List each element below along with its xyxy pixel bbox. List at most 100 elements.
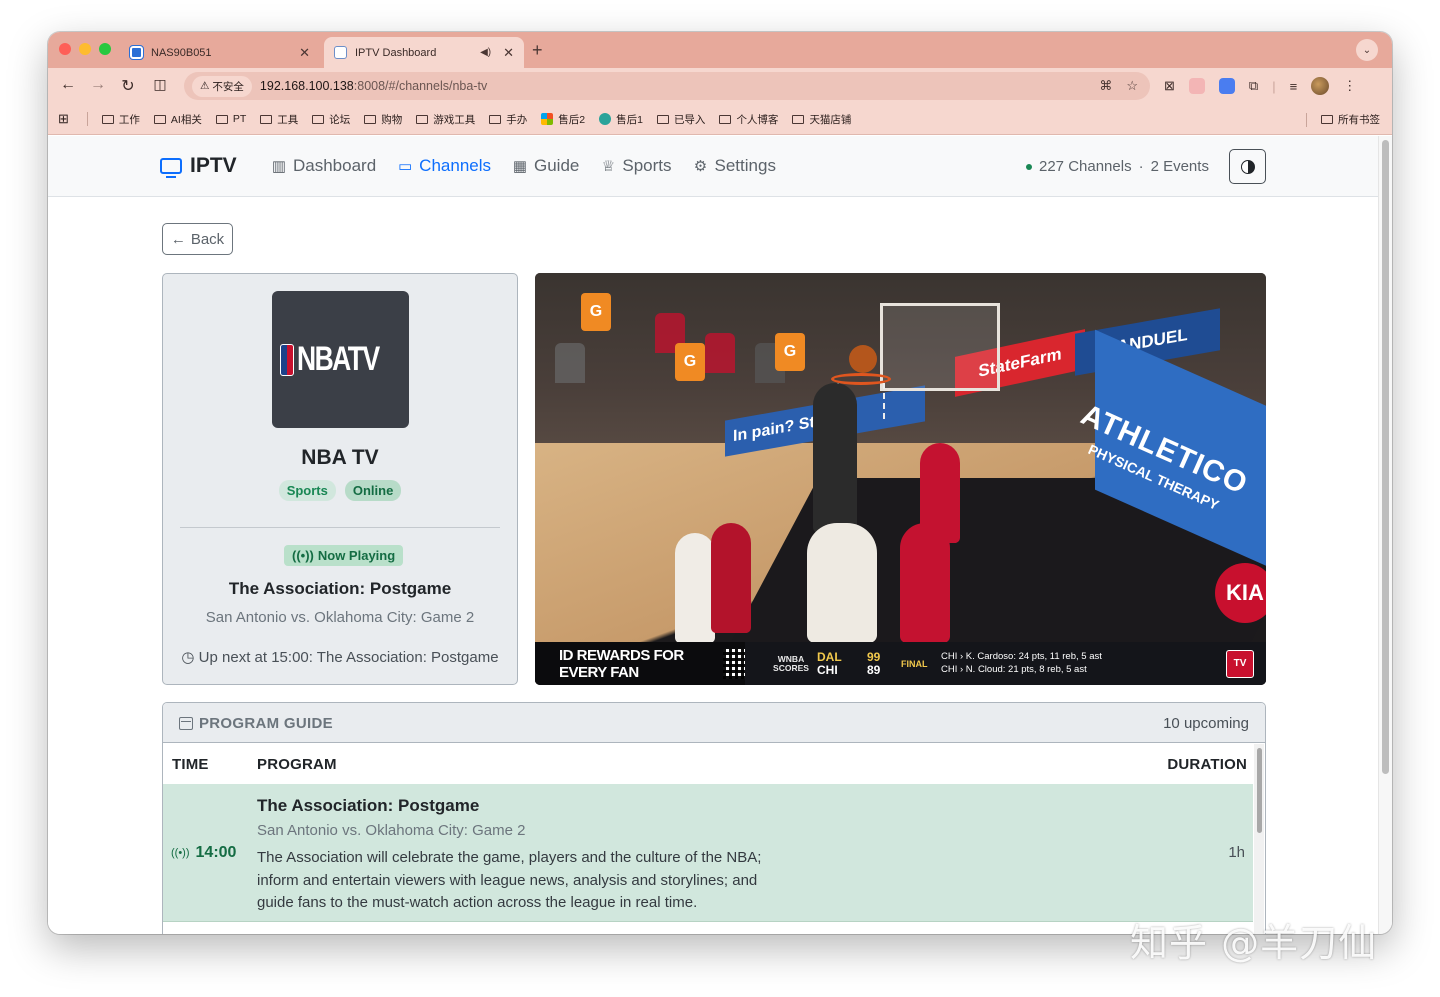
table-row[interactable]: ((•)) 14:00 The Association: Postgame Sa… <box>163 784 1253 922</box>
star-icon[interactable]: ☆ <box>1126 78 1138 94</box>
folder-icon <box>792 114 805 124</box>
bookmark-folder[interactable]: 天猫店铺 <box>792 112 851 127</box>
nav-settings[interactable]: ⚙ Settings <box>692 156 776 176</box>
close-window-button[interactable] <box>59 43 71 55</box>
bookmark-folder[interactable]: 手办 <box>489 112 527 127</box>
ticker-score: 89 <box>867 662 881 677</box>
browser-tab-iptv[interactable]: IPTV Dashboard ◀) ✕ <box>324 37 524 68</box>
video-player[interactable]: G G G In pain? St StateFarm FANDUEL ATHL… <box>535 273 1266 685</box>
security-chip[interactable]: ⚠ 不安全 <box>192 75 252 97</box>
logo-text: NBATV <box>296 340 380 378</box>
service-logo-icon <box>599 113 612 125</box>
bookmark-folder[interactable]: 工作 <box>101 112 140 127</box>
nba-logo-icon <box>279 343 294 376</box>
close-tab-icon[interactable]: ✕ <box>299 45 310 61</box>
row-description: The Association will celebrate the game,… <box>257 849 762 911</box>
ticker-score: 99 <box>867 649 881 664</box>
guide-title: PROGRAM GUIDE <box>179 715 333 732</box>
nav-dashboard[interactable]: ▥ Dashboard <box>270 156 376 176</box>
insecure-label: 不安全 <box>212 80 244 93</box>
arrow-left-icon: ← <box>170 230 186 248</box>
nav-links: ▥ Dashboard ▭ Channels ▦ Guide ♕ Sports ⚙ Set… <box>270 156 776 176</box>
column-header-duration: DURATION <box>1167 755 1247 773</box>
folder-icon <box>101 114 114 124</box>
split-view-icon[interactable]: ◫ <box>150 76 170 93</box>
address-bar[interactable]: ⚠ 不安全 192.168.100.138:8008/#/channels/nb… <box>184 72 1150 100</box>
url-path: :8008/#/channels/nba-tv <box>353 79 488 93</box>
nav-sports[interactable]: ♕ Sports <box>599 156 672 176</box>
bookmark-folder[interactable]: 已导入 <box>656 112 705 127</box>
close-tab-icon[interactable]: ✕ <box>503 45 514 61</box>
up-next-text: Up next at 15:00: The Association: Postg… <box>198 649 499 666</box>
video-ad-kia: KIA <box>1215 563 1266 623</box>
app-navbar: IPTV ▥ Dashboard ▭ Channels ▦ Guide ♕ Sports… <box>48 136 1378 197</box>
bookmark-folder[interactable]: 工具 <box>260 112 298 127</box>
speaker-icon[interactable]: ◀) <box>480 47 491 58</box>
bookmark-label: 个人博客 <box>736 113 779 126</box>
folder-icon <box>719 114 732 124</box>
bookmark-link[interactable]: 售后2 <box>541 112 585 127</box>
back-arrow-icon[interactable]: ← <box>58 76 78 94</box>
extension-x-icon[interactable]: ⊠ <box>1164 78 1175 94</box>
now-playing-label: Now Playing <box>317 548 396 563</box>
puzzle-icon[interactable]: ⧉ <box>1249 78 1258 94</box>
folder-icon <box>364 114 377 124</box>
folder-icon <box>489 114 502 124</box>
nav-channels[interactable]: ▭ Channels <box>396 156 491 176</box>
menu-dots-icon[interactable]: ⋮ <box>1343 78 1356 94</box>
page-scroll-thumb[interactable] <box>1382 140 1389 774</box>
video-backboard <box>880 303 1000 391</box>
ticker-note: CHI › K. Cardoso: 24 pts, 11 reb, 5 ast <box>941 651 1102 663</box>
folder-icon <box>1321 115 1333 124</box>
apps-grid-icon[interactable]: ⊞ <box>58 111 69 127</box>
bookmark-separator <box>1306 112 1307 127</box>
tab-search-chevron-icon[interactable]: ⌄ <box>1356 39 1378 61</box>
translate-icon[interactable]: ⌘ <box>1099 78 1112 94</box>
profile-avatar[interactable] <box>1311 77 1330 95</box>
all-bookmarks[interactable]: 所有书签 <box>1306 112 1380 127</box>
bookmark-folder[interactable]: 购物 <box>364 112 402 127</box>
folder-icon <box>416 114 429 124</box>
guide-header: PROGRAM GUIDE 10 upcoming <box>163 703 1265 743</box>
event-count: 2 Events <box>1150 158 1209 175</box>
video-cooler: G <box>675 343 705 381</box>
guide-column-headers: TIME PROGRAM DURATION <box>163 744 1255 784</box>
video-player-white <box>675 533 715 643</box>
bookmark-label: 工具 <box>277 113 299 126</box>
nav-guide[interactable]: ▦ Guide <box>511 156 579 176</box>
folder-icon <box>153 114 166 124</box>
video-referee <box>813 383 857 533</box>
new-tab-button[interactable]: + <box>532 40 543 61</box>
reading-list-icon[interactable]: ≡ <box>1290 79 1298 94</box>
tv-icon: ▭ <box>398 158 413 175</box>
bookmark-label: 售后1 <box>616 113 643 126</box>
forward-arrow-icon[interactable]: → <box>88 76 108 94</box>
theme-toggle-button[interactable] <box>1229 149 1266 184</box>
brand-link[interactable]: IPTV <box>160 154 237 178</box>
minimize-window-button[interactable] <box>79 43 91 55</box>
bookmark-folder[interactable]: 论坛 <box>312 112 350 127</box>
column-header-program: PROGRAM <box>257 755 337 773</box>
extension-blue-icon[interactable] <box>1218 78 1235 94</box>
back-button[interactable]: ← Back <box>162 223 233 255</box>
toolbar-separator: | <box>1272 78 1276 94</box>
bookmark-folder[interactable]: AI相关 <box>153 112 202 127</box>
guide-scroll-thumb[interactable] <box>1257 748 1262 833</box>
extension-pink-icon[interactable] <box>1188 78 1205 94</box>
browser-tab-nas[interactable]: NAS90B051 ✕ <box>120 37 320 68</box>
bookmark-folder[interactable]: 游戏工具 <box>416 112 475 127</box>
bookmark-folder[interactable]: 个人博客 <box>719 112 778 127</box>
bookmark-link[interactable]: 售后1 <box>599 112 643 127</box>
maximize-window-button[interactable] <box>99 43 111 55</box>
browser-window: NAS90B051 ✕ IPTV Dashboard ◀) ✕ + ⌄ ← → … <box>48 32 1392 934</box>
video-ball <box>849 345 877 373</box>
ticker-league: WNBA SCORES <box>771 654 811 673</box>
bookmark-folder[interactable]: PT <box>215 113 246 125</box>
ticker-league-line: SCORES <box>773 662 809 673</box>
bookmark-label: 论坛 <box>329 113 351 126</box>
ticker-final: FINAL <box>901 658 928 669</box>
microsoft-logo-icon <box>541 113 554 125</box>
dashboard-icon: ▥ <box>271 158 287 175</box>
gear-icon: ⚙ <box>693 158 708 175</box>
reload-icon[interactable]: ↻ <box>118 76 138 96</box>
